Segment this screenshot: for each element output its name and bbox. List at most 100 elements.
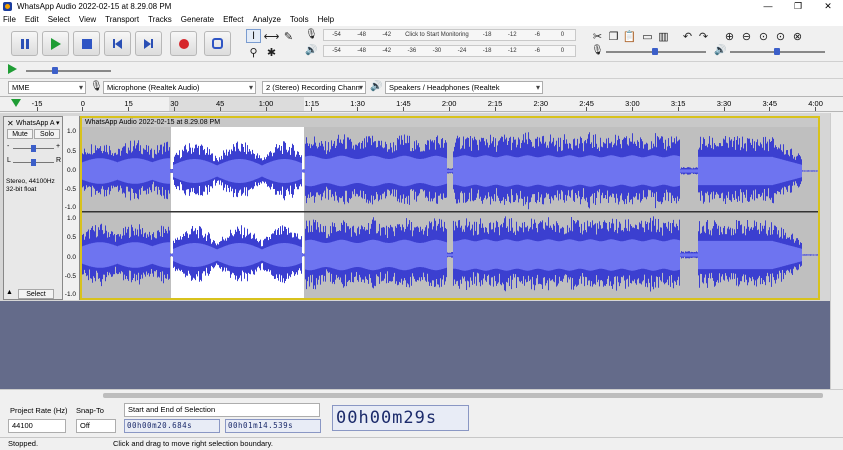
vertical-scrollbar[interactable] [830, 113, 843, 389]
menu-tracks[interactable]: Tracks [148, 15, 172, 24]
menu-generate[interactable]: Generate [181, 15, 214, 24]
stop-icon [81, 38, 92, 49]
pan-left-label: L [7, 157, 11, 164]
record-button[interactable] [170, 31, 197, 56]
menu-select[interactable]: Select [48, 15, 70, 24]
zoom-tool-icon[interactable]: ⚲ [246, 45, 261, 59]
menu-help[interactable]: Help [318, 15, 334, 24]
play-button[interactable] [42, 31, 69, 56]
mute-button[interactable]: Mute [7, 129, 33, 139]
gain-minus-label: - [7, 143, 10, 150]
ruler-tick-mark [723, 107, 725, 111]
waveform-area[interactable] [80, 116, 820, 300]
loop-button[interactable] [204, 31, 231, 56]
envelope-tool-icon[interactable]: ⟷ [264, 29, 280, 43]
vertical-ruler: 1.0 0.5 0.0 -0.5 -1.0 1.0 0.5 0.0 -0.5 -… [63, 116, 80, 300]
recording-volume-thumb[interactable] [652, 48, 658, 55]
record-meter[interactable]: -54 -48 -42 Click to Start Monitoring -1… [323, 29, 576, 41]
playback-device-select[interactable]: Speakers / Headphones (Realtek [385, 81, 543, 94]
waveform-svg [82, 127, 818, 298]
recording-volume-icon: 🎙 [591, 45, 604, 56]
skip-to-end-button[interactable] [135, 31, 162, 56]
recording-channels-select[interactable]: 2 (Stereo) Recording Chann [262, 81, 366, 94]
selection-mode-select[interactable]: Start and End of Selection [124, 403, 320, 417]
multi-tool-icon[interactable]: ✱ [264, 45, 279, 59]
redo-icon[interactable]: ↷ [696, 29, 711, 43]
status-bar: Stopped. Click and drag to move right se… [0, 437, 843, 450]
ruler-tick-mark [357, 107, 359, 111]
menu-tools[interactable]: Tools [290, 15, 309, 24]
copy-icon[interactable]: ❐ [606, 29, 621, 43]
snap-to-label: Snap-To [76, 406, 104, 415]
ruler-tick-mark [586, 107, 588, 111]
trim-icon[interactable]: ▭ [640, 29, 655, 43]
play-at-speed-toolbar [0, 61, 843, 79]
play-at-speed-icon[interactable] [8, 64, 17, 74]
zoom-in-icon[interactable]: ⊕ [722, 29, 737, 43]
snap-to-select[interactable]: Off [76, 419, 116, 433]
selection-start-time[interactable]: 00h00m20.684s [124, 419, 220, 433]
selection-tool-icon[interactable]: I [246, 29, 261, 43]
click-to-monitor[interactable]: Click to Start Monitoring [399, 32, 474, 38]
fit-selection-icon[interactable]: ⊙ [756, 29, 771, 43]
collapse-track-icon[interactable]: ▲ [6, 289, 13, 296]
close-button[interactable]: ✕ [813, 0, 843, 13]
ruler-selection-band [169, 97, 304, 111]
pause-button[interactable] [11, 31, 38, 56]
track-menu-icon[interactable]: ▾ [56, 119, 60, 127]
timeline-ruler[interactable]: -15 0 15 30 45 1:00 1:15 1:30 1:45 2:00 2:15 2:30 2:… [0, 96, 843, 112]
audio-position-display[interactable]: 00h00m29s [332, 405, 469, 431]
fit-project-icon[interactable]: ⊙ [773, 29, 788, 43]
menu-effect[interactable]: Effect [223, 15, 243, 24]
stop-button[interactable] [73, 31, 100, 56]
loop-icon [212, 38, 223, 49]
pan-thumb[interactable] [31, 159, 36, 166]
gain-plus-label: + [56, 143, 61, 150]
draw-tool-icon[interactable]: ✎ [281, 29, 296, 43]
menu-analyze[interactable]: Analyze [252, 15, 280, 24]
playback-volume-thumb[interactable] [774, 48, 780, 55]
cut-icon[interactable]: ✂ [590, 29, 605, 43]
clip-title-bar[interactable]: WhatsApp Audio 2022-02-15 at 8.29.08 PM [82, 118, 818, 127]
silence-icon[interactable]: ▥ [656, 29, 671, 43]
paste-icon[interactable]: 📋 [622, 29, 637, 43]
solo-button[interactable]: Solo [34, 129, 60, 139]
record-meter-mic-icon: 🎙 [305, 29, 318, 40]
ruler-tick-mark [631, 107, 633, 111]
zoom-toggle-icon[interactable]: ⊗ [790, 29, 805, 43]
play-speed-slider[interactable] [26, 70, 111, 72]
project-rate-select[interactable]: 44100 [8, 419, 66, 433]
gain-thumb[interactable] [31, 145, 36, 152]
ruler-tick-mark [540, 107, 542, 111]
menu-file[interactable]: File [3, 15, 16, 24]
empty-track-space[interactable] [0, 301, 830, 389]
pan-right-label: R [56, 157, 62, 164]
ruler-tick-mark [448, 107, 450, 111]
maximize-button[interactable]: ❐ [783, 0, 813, 13]
zoom-out-icon[interactable]: ⊖ [739, 29, 754, 43]
track-name[interactable]: WhatsApp A [16, 119, 58, 128]
selection-end-time[interactable]: 00h01m14.539s [225, 419, 321, 433]
audio-host-select[interactable]: MME [8, 81, 86, 94]
ruler-tick-mark [402, 107, 404, 111]
horizontal-scrollbar[interactable] [0, 389, 843, 401]
select-track-button[interactable]: Select [18, 289, 54, 299]
menu-view[interactable]: View [79, 15, 96, 24]
recording-device-select[interactable]: Microphone (Realtek Audio) [103, 81, 256, 94]
playback-volume-icon: 🔊 [714, 45, 727, 56]
skip-to-start-button[interactable] [104, 31, 131, 56]
minimize-button[interactable]: — [753, 0, 783, 13]
play-icon [50, 37, 61, 50]
pause-icon [20, 38, 24, 49]
skip-end-icon [144, 38, 153, 49]
ruler-play-head-icon[interactable] [11, 99, 21, 107]
ruler-tick-mark [36, 107, 38, 111]
horizontal-scroll-thumb[interactable] [103, 393, 823, 398]
playback-meter[interactable]: -54 -48 -42 -36 -30 -24 -18 -12 -6 0 [323, 45, 576, 57]
undo-icon[interactable]: ↶ [680, 29, 695, 43]
track-close-icon[interactable]: ✕ [7, 119, 14, 128]
menu-transport[interactable]: Transport [105, 15, 139, 24]
menu-edit[interactable]: Edit [25, 15, 39, 24]
play-speed-thumb[interactable] [52, 67, 58, 74]
record-icon [178, 38, 189, 49]
